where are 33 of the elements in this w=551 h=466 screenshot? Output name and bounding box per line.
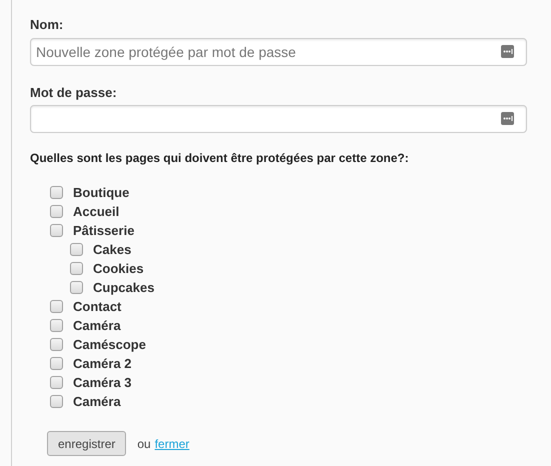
checkbox[interactable] <box>70 243 83 256</box>
save-button[interactable]: enregistrer <box>47 431 126 456</box>
checkbox-label: Cookies <box>93 260 144 278</box>
field-label: Nom: <box>30 16 64 34</box>
checkbox[interactable] <box>70 262 83 275</box>
dots-icon[interactable] <box>501 44 514 58</box>
checkbox-label: Caméra <box>73 317 121 335</box>
dots-icon[interactable] <box>501 112 514 125</box>
checkbox-label: Caméra <box>73 393 121 411</box>
checkbox[interactable] <box>50 395 63 408</box>
or-text: ou <box>137 436 151 452</box>
checkbox-label: Accueil <box>73 203 120 221</box>
checkbox-label: Caméscope <box>73 336 146 354</box>
section-heading: Quelles sont les pages qui doivent être protégées par cette zone?: <box>30 150 410 167</box>
checkbox-label: Cakes <box>93 241 132 259</box>
checkbox-label: Contact <box>73 298 122 316</box>
checkbox-label: Cupcakes <box>93 279 154 297</box>
checkbox[interactable] <box>50 205 63 218</box>
text-field[interactable] <box>30 105 527 133</box>
checkbox[interactable] <box>50 300 63 313</box>
checkbox[interactable] <box>50 376 63 389</box>
checkbox-label: Caméra 3 <box>73 374 132 392</box>
text-field[interactable]: Nouvelle zone protégée par mot de passe <box>30 38 527 66</box>
checkbox[interactable] <box>50 224 63 237</box>
checkbox-label: Pâtisserie <box>73 222 134 240</box>
checkbox[interactable] <box>50 319 63 332</box>
checkbox-label: Caméra 2 <box>73 355 132 373</box>
checkbox[interactable] <box>50 186 63 199</box>
checkbox[interactable] <box>50 357 63 370</box>
checkbox[interactable] <box>70 281 83 294</box>
checkbox[interactable] <box>50 338 63 351</box>
field-label: Mot de passe: <box>30 84 118 102</box>
checkbox-label: Boutique <box>73 184 130 202</box>
